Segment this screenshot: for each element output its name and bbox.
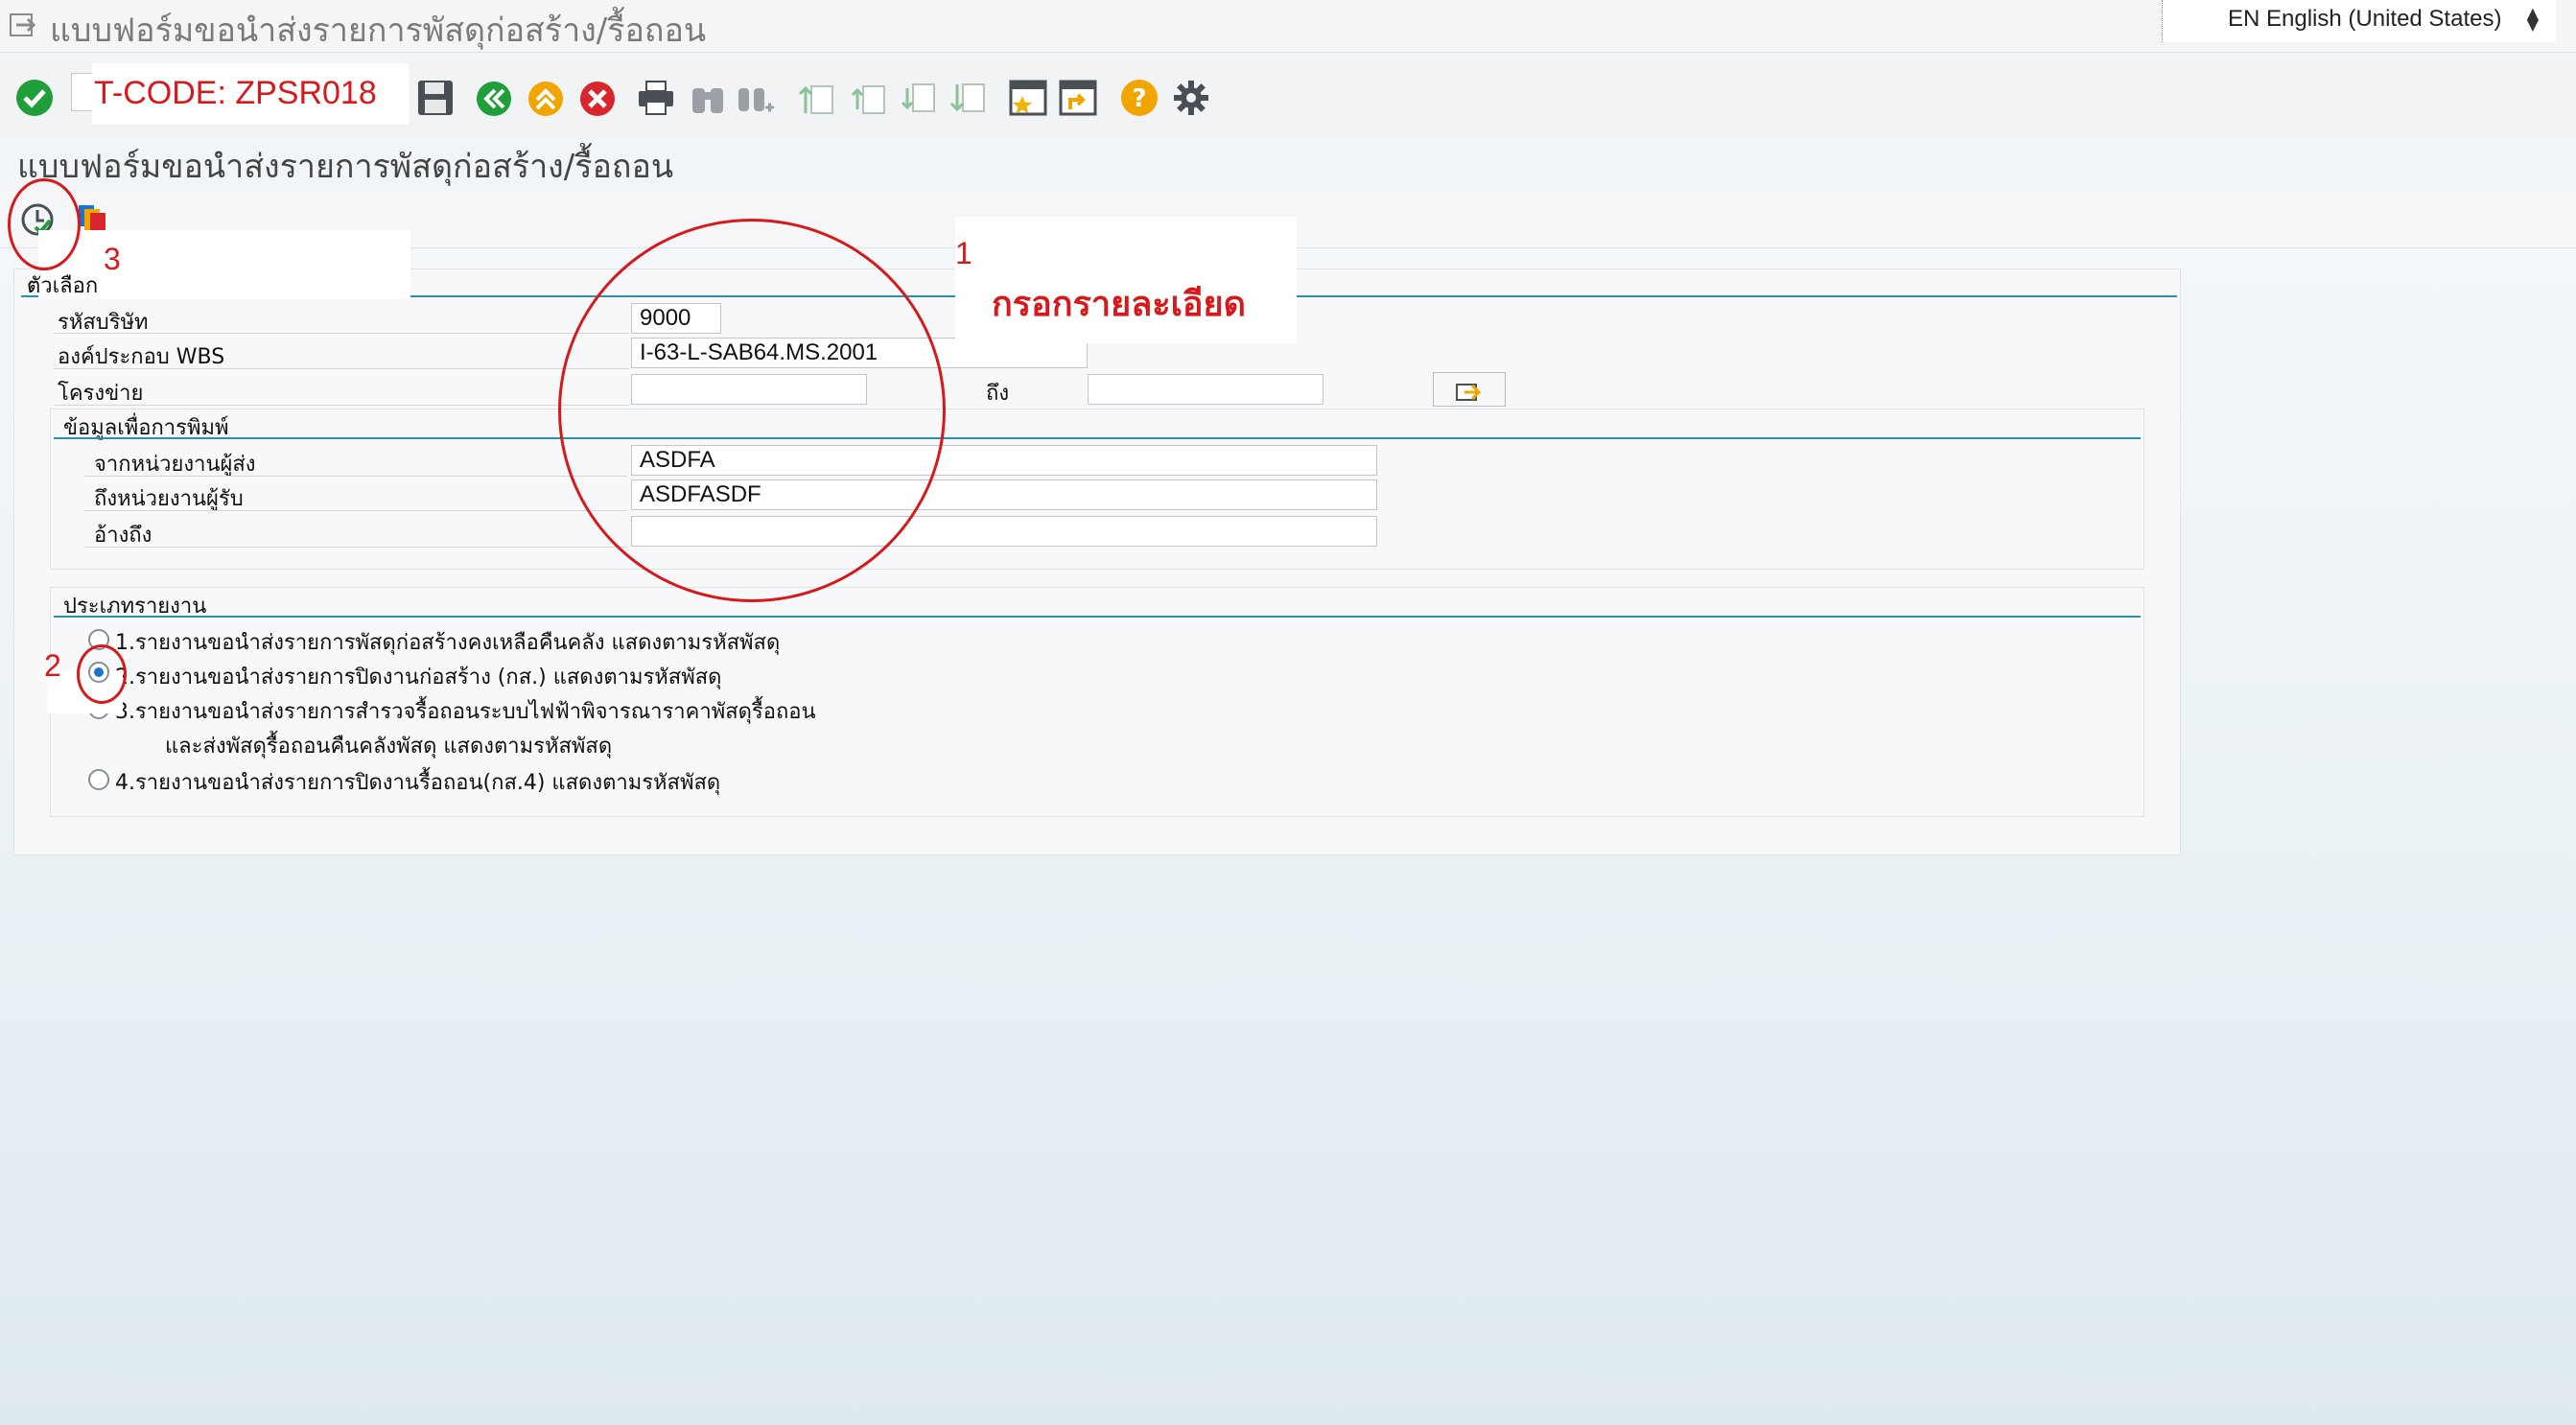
multiple-selection-arrow-icon — [1456, 384, 1482, 401]
multiple-selection-button[interactable] — [1433, 372, 1506, 407]
help-icon[interactable]: ? — [1120, 79, 1159, 117]
language-value: EN English (United States) — [2228, 6, 2502, 32]
report-option-4-label: 4.รายงานขอนำส่งรายการปิดงานรื้อถอน(กส.4)… — [115, 771, 721, 795]
report-option-2-label: 2.รายงานขอนำส่งรายการปิดงานก่อสร้าง (กส.… — [115, 666, 722, 689]
separator — [54, 333, 629, 334]
last-page-icon[interactable] — [949, 81, 988, 117]
report-option-3-label-line2: และส่งพัสดุรื้อถอนคืนคลังพัสดุ แสดงตามรห… — [165, 735, 613, 759]
create-session-icon[interactable] — [1009, 79, 1047, 117]
screen-title: แบบฟอร์มขอนำส่งรายการพัสดุก่อสร้าง/รื้อถ… — [17, 148, 674, 186]
annotation-step-1-text: กรอกรายละเอียด — [992, 285, 1246, 324]
annotation-step-2: 2 — [44, 648, 61, 683]
report-type-group-line — [54, 616, 2141, 618]
enter-check-icon[interactable] — [15, 79, 54, 117]
report-option-3-label: 3.รายงานขอนำส่งรายการสำรวจรื้อถอนระบบไฟฟ… — [115, 700, 816, 724]
menu-icon[interactable] — [10, 12, 38, 38]
tcode-label: T-CODE: ZPSR018 — [94, 75, 377, 111]
annotation-circle-radio — [77, 644, 127, 704]
print-icon[interactable] — [637, 79, 675, 117]
back-icon[interactable] — [476, 81, 512, 117]
svg-text:?: ? — [1132, 84, 1146, 113]
network-to-label: ถึง — [986, 382, 1010, 406]
language-dropdown[interactable]: EN English (United States) ▲ ▼ — [2162, 0, 2556, 42]
report-option-4-radio[interactable] — [88, 769, 109, 790]
print-info-group-line — [54, 437, 2141, 439]
annotation-step-1: 1 — [955, 236, 972, 270]
network-to-field[interactable] — [1088, 374, 1323, 405]
first-page-icon[interactable] — [798, 81, 836, 117]
shortcut-icon[interactable] — [1059, 79, 1097, 117]
title-bar: แบบฟอร์มขอนำส่งรายการพัสดุก่อสร้าง/รื้อถ… — [0, 0, 2576, 53]
chevron-updown-icon: ▲ ▼ — [2526, 4, 2539, 34]
find-next-icon[interactable] — [737, 79, 775, 117]
find-icon[interactable] — [689, 79, 727, 117]
separator — [54, 405, 629, 406]
next-page-icon[interactable] — [900, 81, 938, 117]
window-title: แบบฟอร์มขอนำส่งรายการพัสดุก่อสร้าง/รื้อถ… — [50, 12, 707, 50]
separator — [84, 510, 627, 511]
exit-icon[interactable] — [527, 81, 564, 117]
separator — [54, 368, 629, 369]
customize-layout-icon[interactable] — [1172, 79, 1210, 117]
annotation-step-3: 3 — [104, 242, 121, 276]
selection-group-title: ตัวเลือก — [27, 274, 99, 298]
separator — [84, 547, 627, 548]
separator — [84, 476, 627, 477]
previous-page-icon[interactable] — [850, 81, 888, 117]
cancel-icon[interactable] — [579, 81, 616, 117]
save-icon[interactable] — [416, 79, 455, 117]
annotation-circle-fields — [558, 219, 946, 602]
report-option-1-label: 1.รายงานขอนำส่งรายการพัสดุก่อสร้างคงเหลื… — [115, 631, 781, 655]
annotation-circle-execute — [8, 178, 81, 270]
